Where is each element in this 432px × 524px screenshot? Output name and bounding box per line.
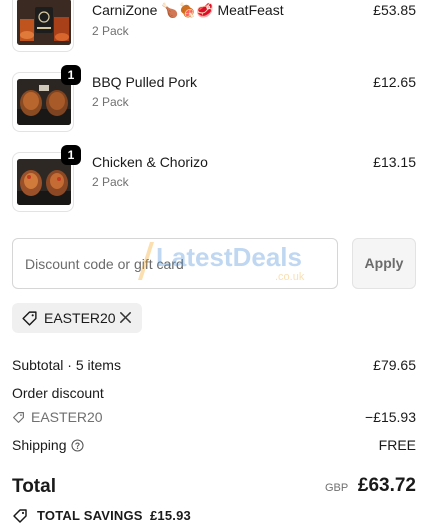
subtotal-row: Subtotal · 5 items £79.65: [12, 357, 416, 373]
order-discount-label: Order discount: [12, 385, 104, 401]
pulled-pork-image-icon: [17, 79, 71, 125]
order-discount-row: Order discount: [12, 385, 416, 401]
item-name: Chicken & Chorizo: [92, 154, 208, 170]
discount-code-name: EASTER20: [31, 409, 103, 425]
discount-value: −£15.93: [365, 409, 416, 425]
item-thumbnail: 1: [12, 65, 81, 132]
item-price: £12.65: [373, 74, 416, 90]
cart-item: 1 Chicken & Chorizo 2 Pack £13.15: [12, 145, 416, 214]
total-amount: £63.72: [357, 475, 416, 496]
savings-label: TOTAL SAVINGS: [37, 508, 143, 523]
chicken-chorizo-image-icon: [17, 159, 71, 205]
tag-icon: [13, 412, 24, 423]
savings-amount: £15.93: [150, 508, 191, 523]
item-price: £53.85: [373, 2, 416, 18]
applied-code-label: EASTER20: [44, 310, 116, 326]
item-price: £13.15: [373, 154, 416, 170]
shipping-value: FREE: [378, 437, 416, 453]
subtotal-label: Subtotal · 5 items: [12, 357, 121, 373]
subtotal-value: £79.65: [373, 357, 416, 373]
shipping-row: Shipping FREE: [12, 437, 416, 453]
item-name: BBQ Pulled Pork: [92, 74, 198, 90]
item-variant: 2 Pack: [92, 175, 129, 189]
currency-code: GBP: [325, 482, 349, 494]
item-name: CarniZone 🍗🍖🥩 MeatFeast: [92, 2, 284, 18]
shipping-label: Shipping: [12, 437, 67, 453]
quantity-badge: 1: [61, 65, 81, 85]
discount-code-input[interactable]: [13, 239, 337, 288]
tag-icon: [22, 311, 37, 326]
quantity-badge: 1: [61, 145, 81, 165]
cart-item: 1 BBQ Pulled Pork 2 Pack £12.65: [12, 65, 416, 134]
item-variant: 2 Pack: [92, 24, 129, 38]
discount-code-field[interactable]: [12, 238, 338, 289]
help-icon[interactable]: [71, 439, 84, 452]
item-thumbnail: [12, 0, 74, 52]
close-icon[interactable]: [118, 310, 133, 325]
total-label: Total: [12, 476, 56, 497]
applied-discount-chip: EASTER20: [12, 303, 142, 333]
item-thumbnail: 1: [12, 145, 81, 212]
apply-button[interactable]: Apply: [352, 238, 416, 289]
cart-item: CarniZone 🍗🍖🥩 MeatFeast 2 Pack £53.85: [12, 0, 416, 54]
item-variant: 2 Pack: [92, 95, 129, 109]
meat-box-image-icon: [17, 0, 71, 45]
